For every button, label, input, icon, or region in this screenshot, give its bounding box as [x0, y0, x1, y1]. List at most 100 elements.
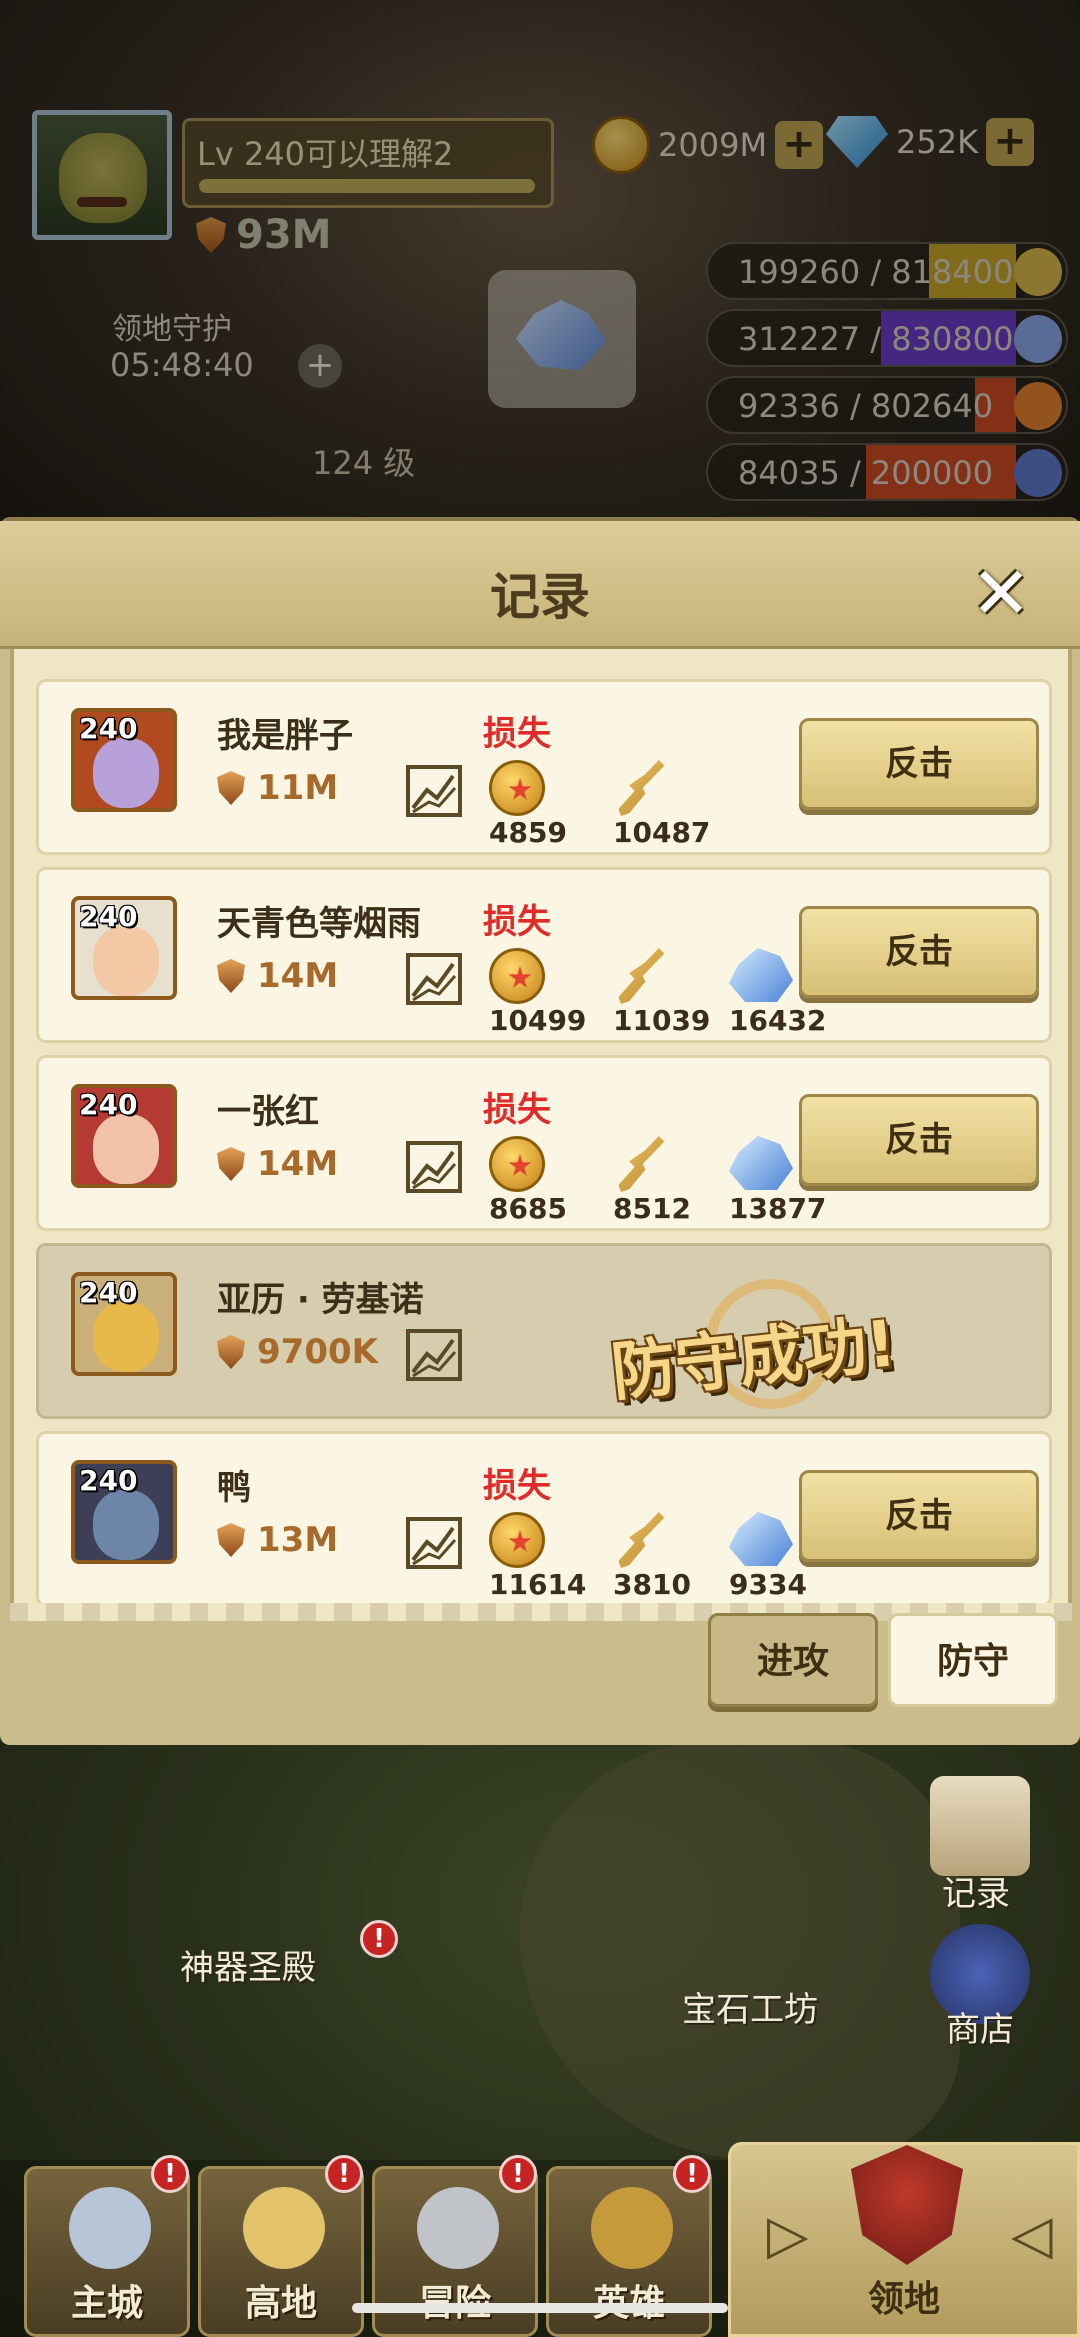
- nav-icon: [69, 2187, 151, 2269]
- battle-stats-icon[interactable]: [405, 952, 463, 1006]
- arrow-right-icon[interactable]: ▷: [767, 2203, 809, 2266]
- records-dialog: 记录 ✕ 240 我是胖子 11M 损失 4859 10487 反击 240 天…: [0, 517, 1080, 1745]
- crystal-icon: [729, 948, 793, 1002]
- shop-button-label[interactable]: 商店: [946, 2002, 1014, 2051]
- alert-badge: !: [325, 2155, 363, 2193]
- shield-icon: [217, 1335, 245, 1369]
- opponent-name: 一张红: [217, 1092, 319, 1132]
- loot-gold: 11614: [489, 1512, 609, 1602]
- loot-food: 3810: [613, 1512, 733, 1602]
- power-value: 14M: [257, 956, 339, 996]
- nav-item-main-city[interactable]: 主城 !: [24, 2155, 190, 2337]
- tab-defend[interactable]: 防守: [888, 1613, 1058, 1707]
- power-value: 11M: [257, 768, 339, 808]
- home-indicator[interactable]: [352, 2303, 728, 2313]
- power-value: 13M: [257, 1520, 339, 1560]
- opponent-avatar[interactable]: 240: [71, 1460, 177, 1564]
- wheat-icon: [618, 1512, 665, 1568]
- loss-label: 损失: [483, 714, 551, 754]
- wheat-icon: [618, 760, 665, 816]
- shield-icon: [217, 959, 245, 993]
- counterattack-button[interactable]: 反击: [799, 1470, 1039, 1562]
- gold-coin-icon: [489, 760, 545, 816]
- record-button-label[interactable]: 记录: [942, 1866, 1010, 1915]
- shield-icon: [217, 771, 245, 805]
- nav-label: 主城: [70, 2283, 143, 2324]
- nav-label: 高地: [244, 2283, 317, 2324]
- loot-food-value: 10487: [613, 816, 711, 849]
- opponent-name: 我是胖子: [217, 716, 353, 756]
- loot-gold-value: 4859: [489, 816, 567, 849]
- gold-coin-icon: [489, 1512, 545, 1568]
- loot-food-value: 8512: [613, 1192, 691, 1225]
- defense-success-stamp: 防守成功!: [604, 1256, 994, 1416]
- battle-stats-icon[interactable]: [405, 1516, 463, 1570]
- avatar-face: [93, 738, 159, 808]
- dialog-header: 记录 ✕: [0, 521, 1080, 649]
- tab-attack[interactable]: 进攻: [708, 1613, 878, 1707]
- opponent-power: 14M: [217, 956, 338, 996]
- record-item[interactable]: 240 天青色等烟雨 14M 损失 10499 11039 16432 反击: [36, 867, 1052, 1043]
- counterattack-button[interactable]: 反击: [799, 718, 1039, 810]
- loot-gold-value: 10499: [489, 1004, 587, 1037]
- loot-gold: 8685: [489, 1136, 609, 1226]
- alert-badge: !: [360, 1920, 398, 1958]
- opponent-name: 鸭: [217, 1468, 251, 1508]
- nav-icon: [243, 2187, 325, 2269]
- wheat-icon: [618, 948, 665, 1004]
- record-item[interactable]: 240 鸭 13M 损失 11614 3810 9334 反击: [36, 1431, 1052, 1607]
- opponent-power: 14M: [217, 1144, 338, 1184]
- loot-crystal-value: 16432: [729, 1004, 827, 1037]
- opponent-name: 亚历 · 劳基诺: [217, 1280, 424, 1320]
- record-item[interactable]: 240 亚历 · 劳基诺 9700K 防守成功!: [36, 1243, 1052, 1419]
- territory-shield-icon: [851, 2145, 963, 2265]
- avatar-face: [93, 926, 159, 996]
- loot-gold: 10499: [489, 948, 609, 1038]
- avatar-face: [93, 1302, 159, 1372]
- artifact-hall-label[interactable]: 神器圣殿: [180, 1940, 316, 1989]
- nav-item-territory[interactable]: ▷ ◁ 领地: [728, 2142, 1080, 2337]
- nav-label: 冒险: [375, 2274, 535, 2326]
- loot-crystal-value: 9334: [729, 1568, 807, 1601]
- gem-workshop-label[interactable]: 宝石工坊: [682, 1982, 818, 2031]
- opponent-avatar[interactable]: 240: [71, 1084, 177, 1188]
- opponent-avatar[interactable]: 240: [71, 708, 177, 812]
- loot-food: 8512: [613, 1136, 733, 1226]
- counterattack-button[interactable]: 反击: [799, 1094, 1039, 1186]
- wheat-icon: [618, 1136, 665, 1192]
- shield-icon: [217, 1523, 245, 1557]
- record-item[interactable]: 240 我是胖子 11M 损失 4859 10487 反击: [36, 679, 1052, 855]
- nav-label-territory: 领地: [867, 2279, 940, 2320]
- gold-coin-icon: [489, 948, 545, 1004]
- opponent-level: 240: [79, 1464, 138, 1497]
- opponent-power: 11M: [217, 768, 338, 808]
- nav-icon: [417, 2187, 499, 2269]
- loot-gold-value: 8685: [489, 1192, 567, 1225]
- loss-label: 损失: [483, 1466, 551, 1506]
- record-scroll-icon[interactable]: [930, 1776, 1030, 1876]
- opponent-avatar[interactable]: 240: [71, 1272, 177, 1376]
- nav-item-highland[interactable]: 高地 !: [198, 2155, 364, 2337]
- record-item[interactable]: 240 一张红 14M 损失 8685 8512 13877 反击: [36, 1055, 1052, 1231]
- counterattack-button[interactable]: 反击: [799, 906, 1039, 998]
- opponent-level: 240: [79, 900, 138, 933]
- loot-food-value: 11039: [613, 1004, 711, 1037]
- loss-label: 损失: [483, 902, 551, 942]
- power-value: 14M: [257, 1144, 339, 1184]
- dialog-title: 记录: [490, 568, 590, 626]
- battle-stats-icon[interactable]: [405, 764, 463, 818]
- opponent-level: 240: [79, 1276, 138, 1309]
- records-list[interactable]: 240 我是胖子 11M 损失 4859 10487 反击 240 天青色等烟雨…: [10, 649, 1072, 1609]
- opponent-level: 240: [79, 712, 138, 745]
- battle-stats-icon[interactable]: [405, 1140, 463, 1194]
- arrow-left-icon[interactable]: ◁: [1011, 2203, 1053, 2266]
- close-icon[interactable]: ✕: [966, 557, 1036, 631]
- opponent-avatar[interactable]: 240: [71, 896, 177, 1000]
- loot-crystal-value: 13877: [729, 1192, 827, 1225]
- loot-food: 11039: [613, 948, 733, 1038]
- crystal-icon: [729, 1136, 793, 1190]
- loot-gold-value: 11614: [489, 1568, 587, 1601]
- opponent-level: 240: [79, 1088, 138, 1121]
- battle-stats-icon[interactable]: [405, 1328, 463, 1382]
- crystal-icon: [729, 1512, 793, 1566]
